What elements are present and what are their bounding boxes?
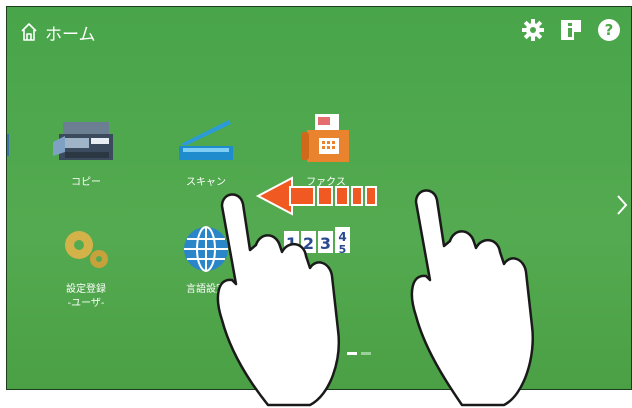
home-screen: ホーム ? コピー スキャン ファクス 設定登録 -ユーザ- 言語設定 1 2 … <box>6 6 632 390</box>
svg-text:2: 2 <box>303 234 314 253</box>
app-label: ファクス <box>306 177 346 188</box>
page-dot <box>347 352 357 355</box>
svg-text:1: 1 <box>286 234 297 253</box>
counter-icon: 12345 <box>278 219 358 279</box>
page-indicator <box>347 352 371 355</box>
page-dot <box>361 352 371 355</box>
app-label: 言語設定 <box>186 284 226 295</box>
app-tile-settings-user[interactable]: 設定登録 -ユーザ- <box>41 219 131 311</box>
svg-text:3: 3 <box>320 234 331 253</box>
home-icon[interactable] <box>19 22 39 42</box>
info-icon[interactable] <box>559 18 583 42</box>
question-icon[interactable]: ? <box>597 18 621 42</box>
app-tile-fax[interactable]: ファクス <box>281 112 371 190</box>
app-tile-language[interactable]: 言語設定 <box>161 219 251 297</box>
app-label: スキャン <box>186 177 226 188</box>
page-title: ホーム <box>45 25 96 45</box>
svg-text:4: 4 <box>338 230 346 244</box>
fax-icon <box>291 112 361 172</box>
globe-icon <box>171 219 241 279</box>
scanner-icon <box>171 112 241 172</box>
app-label: ャン <box>7 176 19 190</box>
copier-icon <box>51 112 121 172</box>
app-label: コピー <box>71 177 101 188</box>
app-tile-scan[interactable]: スキャン <box>161 112 251 190</box>
gear-icon[interactable] <box>521 18 545 42</box>
top-icon-group: ? <box>521 18 621 42</box>
svg-text:?: ? <box>605 21 614 39</box>
top-bar: ホーム ? <box>7 7 631 55</box>
gears-icon <box>51 219 121 279</box>
app-tile-partial[interactable]: ャン <box>7 112 19 190</box>
app-tile-copy[interactable]: コピー <box>41 112 131 190</box>
app-label: 設定登録 -ユーザ- <box>66 284 106 309</box>
svg-text:5: 5 <box>339 243 347 256</box>
chevron-right-icon[interactable] <box>615 193 629 217</box>
scan-print-icon <box>7 112 9 172</box>
app-tile-counter[interactable]: 12345 <box>273 219 363 279</box>
